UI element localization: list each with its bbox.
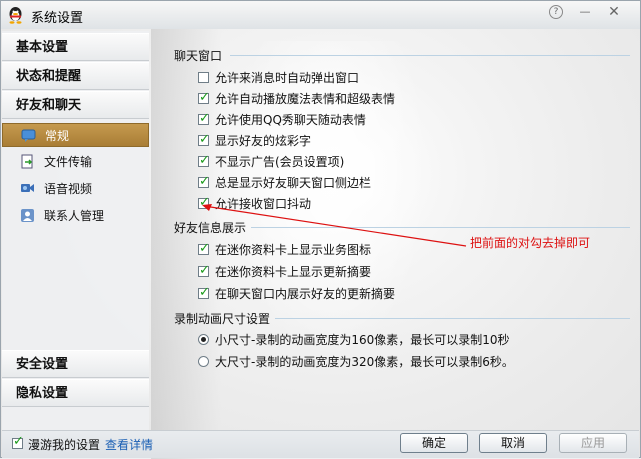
roaming-checkbox[interactable]: ✓ [12,434,24,449]
check-mark-icon: ✓ [199,153,210,168]
cancel-button[interactable]: 取消 [479,433,547,453]
chat-window-group-title: 聊天窗口 [174,49,223,63]
sidebar-item-label: 常规 [45,129,70,143]
close-icon[interactable]: ✕ [605,4,623,20]
voice-video-icon [21,184,34,192]
radio-dot [201,337,206,342]
sidebar: 基本设置 状态和提醒 好友和聊天 常规 文件传输 语音视频 联系人管理 安全设置… [2,31,149,430]
checkbox[interactable]: ✓ [198,285,210,300]
sidebar-section-basic[interactable]: 基本设置 [2,33,149,61]
window-title: 系统设置 [31,11,84,26]
check-mark-icon: ✓ [199,263,210,278]
check-mark-icon: ✓ [13,434,24,449]
option-label: 允许来消息时自动弹出窗口 [215,71,360,85]
group-divider [230,55,630,56]
sidebar-item-contacts[interactable]: 联系人管理 [2,204,149,228]
option-label: 允许自动播放魔法表情和超级表情 [215,92,396,106]
option-label: 允许使用QQ秀聊天随动表情 [215,113,366,127]
ok-button[interactable]: 确定 [400,433,468,453]
checkbox[interactable]: ✓ [198,90,210,105]
check-mark-icon: ✓ [199,174,210,189]
sidebar-section-privacy[interactable]: 隐私设置 [2,379,149,407]
check-mark-icon: ✓ [199,285,210,300]
sidebar-item-file-transfer[interactable]: 文件传输 [2,150,149,174]
settings-window: 系统设置 ? — ✕ 基本设置 状态和提醒 好友和聊天 常规 文件传输 语音视频… [0,0,641,459]
group-divider [275,318,630,319]
sidebar-item-label: 文件传输 [44,155,93,169]
sidebar-section-security[interactable]: 安全设置 [2,350,149,378]
annotation-arrow-icon [202,204,467,247]
sidebar-section-status[interactable]: 状态和提醒 [2,62,149,90]
option-label: 显示好友的炫彩字 [215,134,312,148]
help-icon[interactable]: ? [549,5,563,19]
option-label: 大尺寸-录制的动画宽度为320像素，最长可以录制6秒。 [215,355,514,369]
option-label: 不显示广告(会员设置项) [215,155,345,169]
minimize-icon[interactable]: — [576,4,594,20]
checkbox[interactable]: ✓ [198,132,210,147]
check-mark-icon: ✓ [199,132,210,147]
option-label: 总是显示好友聊天窗口侧边栏 [215,176,372,190]
chat-bubble-icon [21,129,36,142]
checkbox[interactable]: ✓ [198,153,210,168]
title-bar[interactable]: 系统设置 ? — ✕ [1,1,640,29]
sidebar-item-label: 语音视频 [44,182,93,196]
sidebar-section-friends-chat[interactable]: 好友和聊天 [2,91,149,119]
details-link[interactable]: 查看详情 [105,436,153,453]
annotation-text: 把前面的对勾去掉即可 [470,236,591,250]
checkbox[interactable] [198,72,209,83]
checkbox[interactable]: ✓ [198,263,210,278]
sidebar-item-general[interactable]: 常规 [2,123,149,147]
checkbox[interactable]: ✓ [198,111,210,126]
option-label: 小尺寸-录制的动画宽度为160像素，最长可以录制10秒 [215,333,510,347]
radio-button[interactable] [198,356,209,367]
radio-button[interactable] [198,334,209,345]
option-label: 在迷你资料卡上显示更新摘要 [215,265,372,279]
qq-penguin-icon [9,7,22,24]
contact-manage-icon [21,209,34,222]
option-label: 在聊天窗口内展示好友的更新摘要 [215,287,396,301]
sidebar-item-voice-video[interactable]: 语音视频 [2,177,149,201]
check-mark-icon: ✓ [199,90,210,105]
sidebar-item-label: 联系人管理 [44,209,105,223]
check-mark-icon: ✓ [199,111,210,126]
apply-button[interactable]: 应用 [559,433,627,453]
roaming-label: 漫游我的设置 [28,438,101,452]
file-transfer-icon [21,154,33,169]
recording-group-title: 录制动画尺寸设置 [174,312,271,326]
checkbox[interactable]: ✓ [198,174,210,189]
